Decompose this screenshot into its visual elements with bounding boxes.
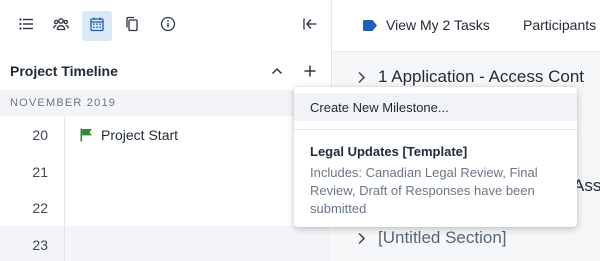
info-icon — [160, 16, 176, 37]
calendar-icon — [89, 16, 105, 37]
timeline-header: Project Timeline — [0, 58, 332, 84]
content-toolbar: View My 2 Tasks Participants — [333, 0, 600, 52]
day-number: 23 — [32, 236, 48, 253]
section-title: 1 Application - Access Cont — [378, 67, 585, 86]
chevron-up-icon[interactable] — [268, 62, 286, 80]
chevron-right-icon[interactable] — [357, 232, 366, 245]
tag-icon — [363, 19, 377, 31]
timeline-panel: Project Timeline NOVEMBER 2019 20 Projec… — [0, 0, 332, 261]
template-menu-item[interactable]: Legal Updates [Template] Includes: Canad… — [310, 144, 568, 218]
section-row[interactable]: [Untitled Section] — [357, 228, 507, 248]
day-number: 21 — [32, 163, 48, 180]
day-number: 20 — [32, 127, 48, 143]
section-row[interactable]: 1 Application - Access Cont — [357, 67, 584, 87]
documents-view-button[interactable] — [117, 11, 147, 41]
month-header: NOVEMBER 2019 — [0, 90, 332, 116]
milestone-item[interactable]: Project Start — [80, 127, 178, 143]
collapse-left-icon — [302, 16, 318, 37]
plus-icon[interactable] — [301, 62, 319, 80]
day-row[interactable]: 20 Project Start — [0, 116, 332, 153]
menu-divider — [294, 129, 577, 130]
template-title: Legal Updates [Template] — [310, 144, 468, 159]
view-my-tasks-label: View My 2 Tasks — [386, 17, 490, 33]
day-number: 22 — [32, 200, 48, 216]
chevron-right-icon[interactable] — [357, 71, 366, 84]
view-my-tasks-button[interactable]: View My 2 Tasks — [363, 17, 490, 33]
page-title: Project Timeline — [10, 63, 118, 79]
template-description: Includes: Canadian Legal Review, Final R… — [310, 165, 538, 216]
calendar-view-button[interactable] — [82, 11, 112, 41]
section-title: [Untitled Section] — [378, 228, 507, 247]
create-milestone-menu-item[interactable]: Create New Milestone... — [294, 93, 577, 121]
section-title-partial: Ass — [573, 176, 600, 195]
day-row[interactable]: 23 — [0, 225, 332, 261]
day-column-divider — [64, 116, 65, 261]
list-icon — [18, 16, 34, 37]
milestone-name: Project Start — [101, 127, 179, 143]
add-milestone-menu: Create New Milestone... Legal Updates [T… — [294, 87, 577, 227]
copy-icon — [124, 16, 140, 37]
panel-toolbar — [0, 0, 332, 52]
flag-icon — [80, 128, 93, 142]
participants-view-button[interactable] — [46, 11, 76, 41]
create-milestone-label: Create New Milestone... — [310, 100, 449, 115]
day-row[interactable]: 22 — [0, 189, 332, 226]
day-row[interactable]: 21 — [0, 153, 332, 190]
participants-tab[interactable]: Participants — [523, 17, 596, 33]
list-view-button[interactable] — [11, 11, 41, 41]
month-label: NOVEMBER 2019 — [10, 97, 117, 109]
people-icon — [53, 16, 69, 37]
collapse-panel-button[interactable] — [295, 11, 325, 41]
info-view-button[interactable] — [153, 11, 183, 41]
day-list: 20 Project Start 21 22 23 — [0, 116, 332, 261]
